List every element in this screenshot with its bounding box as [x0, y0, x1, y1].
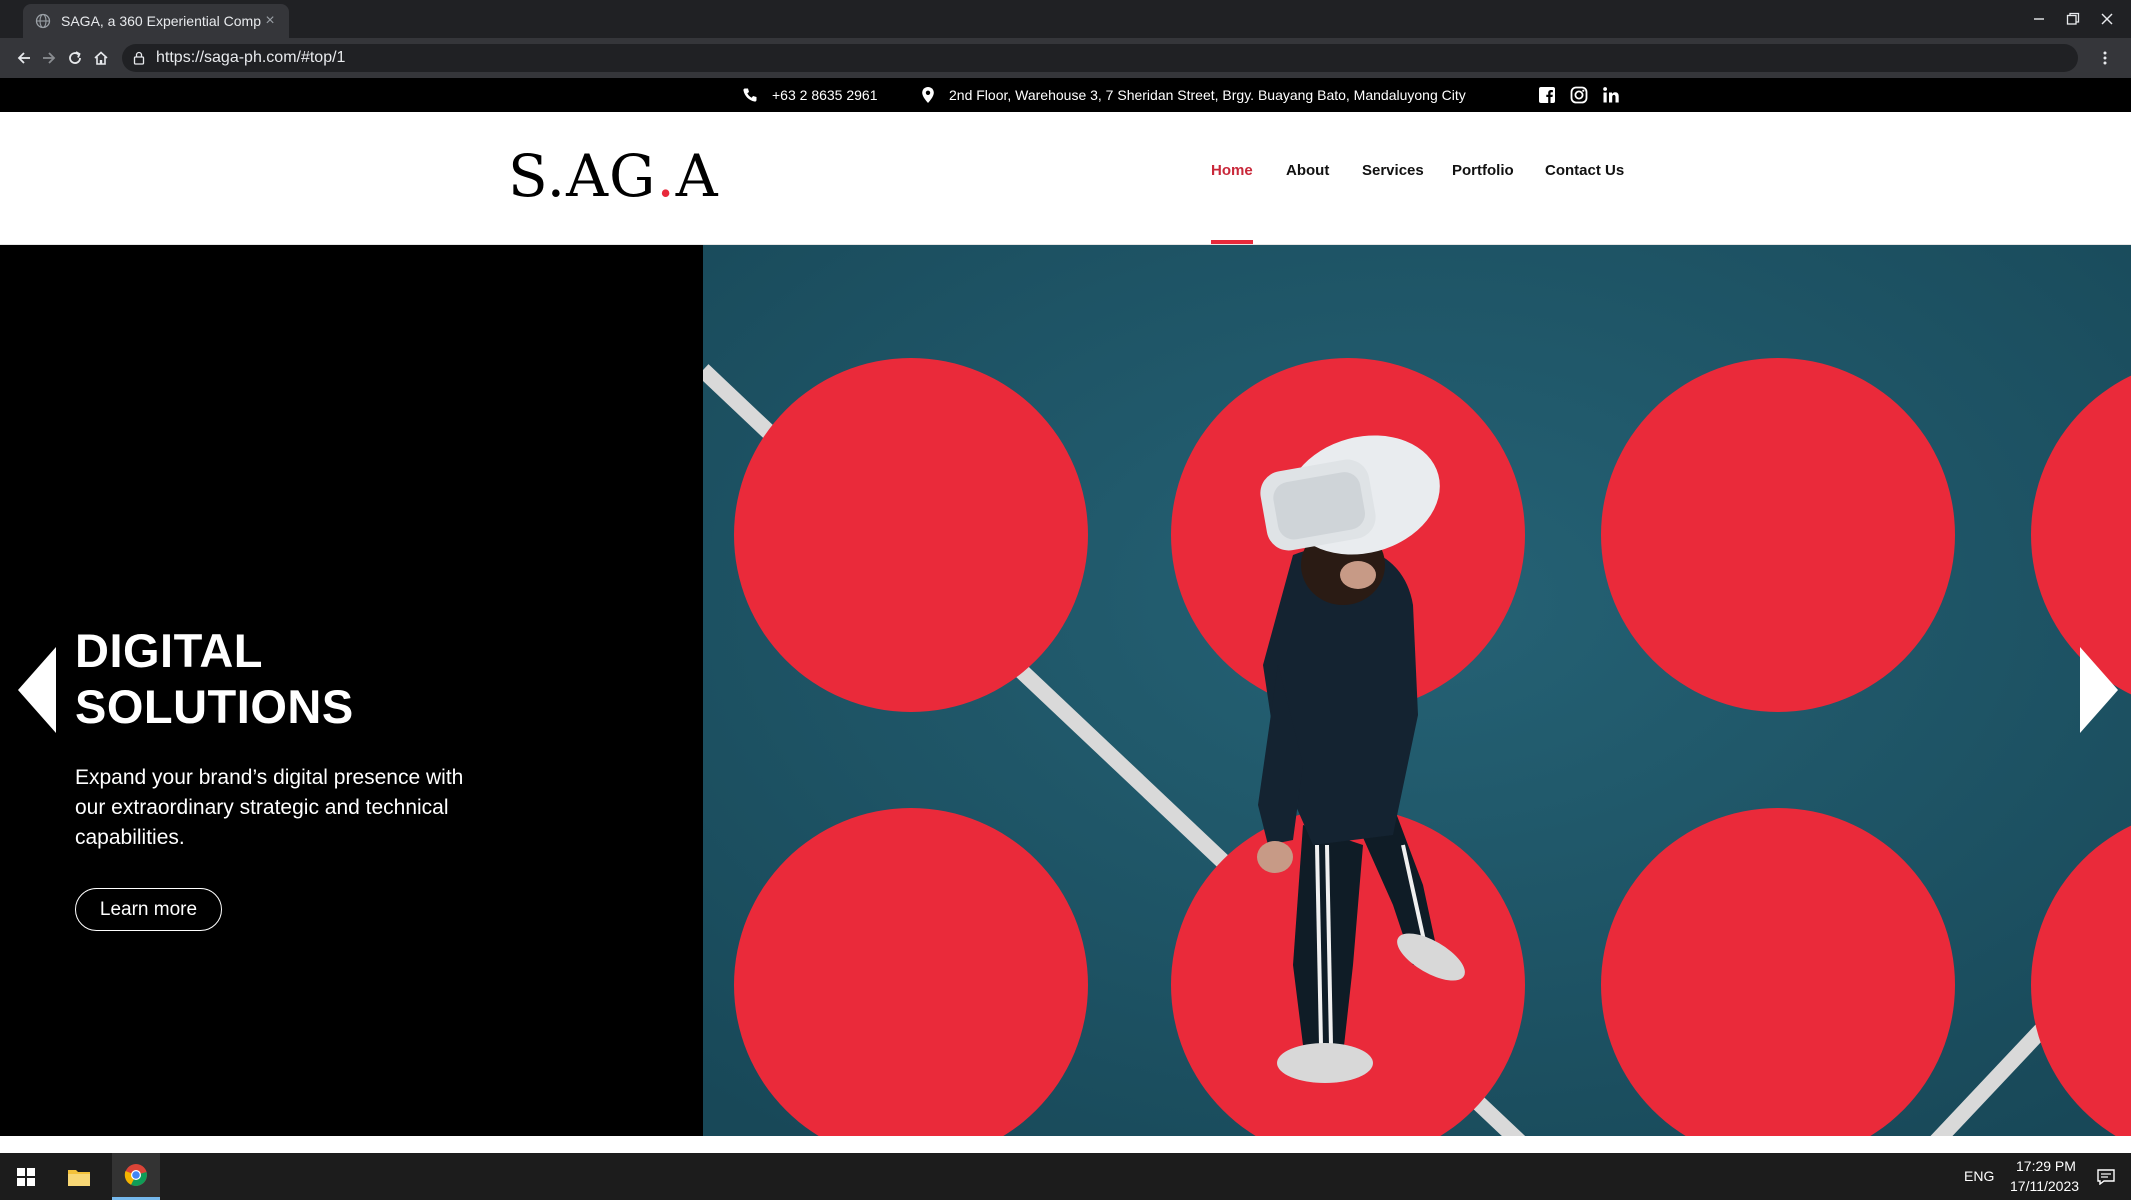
- logo-last-letter: A: [675, 142, 719, 210]
- notification-icon[interactable]: [2090, 1153, 2122, 1200]
- slider-previous-arrow[interactable]: [16, 645, 60, 735]
- site-header: S.AG. A Home About Services Portfolio Con…: [0, 112, 2131, 245]
- nav-contact-us[interactable]: Contact Us: [1545, 162, 1624, 179]
- minimize-window-icon[interactable]: [2024, 0, 2054, 38]
- address-bar[interactable]: https://saga-ph.com/#top/1: [122, 44, 2078, 72]
- facebook-icon[interactable]: [1536, 84, 1558, 106]
- browser-tab-bar: SAGA, a 360 Experiential Comp ×: [0, 0, 2131, 38]
- logo-text: S.AG: [508, 142, 657, 210]
- restore-window-icon[interactable]: [2058, 0, 2088, 38]
- nav-about[interactable]: About: [1286, 162, 1329, 179]
- linkedin-icon[interactable]: [1600, 84, 1622, 106]
- browser-toolbar: https://saga-ph.com/#top/1: [0, 38, 2131, 78]
- hero-title-line-1: DIGITAL: [75, 624, 263, 677]
- slider-next-arrow[interactable]: [2076, 645, 2120, 735]
- saga-logo[interactable]: S.AG. A: [508, 142, 719, 210]
- active-nav-indicator: [1211, 240, 1253, 244]
- clock-time[interactable]: 17:29 PM: [2016, 1158, 2076, 1174]
- nav-home[interactable]: Home: [1211, 162, 1253, 179]
- clock-date[interactable]: 17/11/2023: [2010, 1178, 2079, 1194]
- browser-tab[interactable]: SAGA, a 360 Experiential Comp ×: [23, 4, 289, 38]
- instagram-icon[interactable]: [1568, 84, 1590, 106]
- reload-icon[interactable]: [63, 46, 87, 70]
- phone-link[interactable]: +63 2 8635 2961: [742, 78, 878, 112]
- file-explorer-icon[interactable]: [58, 1153, 100, 1200]
- page-bottom-strip: [0, 1136, 2131, 1153]
- tab-title: SAGA, a 360 Experiential Comp: [61, 13, 261, 29]
- hero-title-line-2: SOLUTIONS: [75, 680, 354, 733]
- close-tab-icon[interactable]: ×: [261, 12, 279, 30]
- hero-image: [703, 245, 2131, 1136]
- logo-dot: .: [656, 142, 676, 210]
- learn-more-button[interactable]: Learn more: [75, 888, 222, 931]
- address-text: 2nd Floor, Warehouse 3, 7 Sheridan Stree…: [949, 87, 1466, 103]
- location-pin-icon: [922, 87, 934, 103]
- address-link[interactable]: 2nd Floor, Warehouse 3, 7 Sheridan Stree…: [921, 78, 1466, 112]
- hero-subtitle: Expand your brand’s digital presence wit…: [75, 766, 464, 849]
- nav-services[interactable]: Services: [1362, 162, 1424, 179]
- globe-icon: [35, 13, 51, 29]
- contact-bar: +63 2 8635 2961 2nd Floor, Warehouse 3, …: [0, 78, 2131, 112]
- windows-taskbar: ENG 17:29 PM 17/11/2023: [0, 1153, 2131, 1200]
- forward-icon[interactable]: [37, 46, 61, 70]
- chrome-taskbar-icon[interactable]: [112, 1153, 160, 1200]
- back-icon[interactable]: [12, 46, 36, 70]
- web-page: +63 2 8635 2961 2nd Floor, Warehouse 3, …: [0, 78, 2131, 1153]
- nav-portfolio[interactable]: Portfolio: [1452, 162, 1514, 179]
- close-window-icon[interactable]: [2092, 0, 2122, 38]
- lock-icon: [133, 51, 145, 65]
- language-indicator[interactable]: ENG: [1964, 1168, 1994, 1184]
- hero-slider: DIGITAL SOLUTIONS Expand your brand’s di…: [0, 245, 2131, 1136]
- home-icon[interactable]: [89, 46, 113, 70]
- url-text: https://saga-ph.com/#top/1: [156, 49, 346, 66]
- more-menu-icon[interactable]: [2093, 46, 2117, 70]
- windows-start-icon[interactable]: [0, 1153, 52, 1200]
- phone-number: +63 2 8635 2961: [772, 87, 878, 103]
- hero-text-panel: DIGITAL SOLUTIONS Expand your brand’s di…: [0, 245, 703, 1136]
- phone-icon: [743, 88, 757, 102]
- hero-title: DIGITAL SOLUTIONS: [75, 623, 354, 735]
